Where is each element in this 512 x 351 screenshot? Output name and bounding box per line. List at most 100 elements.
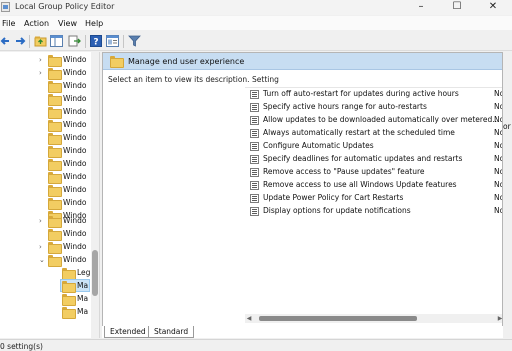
tab-extended[interactable]: Extended (104, 326, 152, 338)
tree-child-item[interactable]: Ma (0, 306, 91, 319)
menu-help[interactable]: Help (85, 19, 103, 28)
tree-item[interactable]: Windo (0, 197, 91, 210)
tree-item-expanded[interactable]: ⌄ Windo (0, 254, 91, 267)
folder-icon (48, 172, 62, 184)
status-setting-count: 0 setting(s) (0, 342, 43, 351)
toolbar-separator (85, 35, 86, 48)
setting-name: Remove access to use all Windows Update … (263, 180, 457, 189)
scroll-right-icon[interactable]: ▶ (496, 314, 502, 323)
tree-item[interactable]: › Windo (0, 54, 91, 67)
folder-icon (62, 268, 76, 280)
settings-list[interactable]: Setting Turn off auto-restart for update… (245, 70, 502, 314)
menu-file[interactable]: File (2, 19, 15, 28)
column-header-setting[interactable]: Setting (252, 75, 279, 84)
expand-chevron-icon[interactable]: › (39, 217, 45, 225)
tree-item-label: Ma (77, 307, 89, 316)
tree-item[interactable]: › Windo (0, 67, 91, 80)
toolbar: ? (0, 31, 512, 51)
setting-row[interactable]: Specify active hours range for auto-rest… (248, 101, 502, 114)
setting-name: Turn off auto-restart for updates during… (263, 89, 459, 98)
tree-item[interactable]: Windo (0, 132, 91, 145)
tree-item-label: Windo (63, 159, 87, 168)
folder-icon (48, 216, 62, 228)
policy-setting-icon (250, 181, 259, 190)
expand-chevron-icon[interactable]: › (39, 56, 45, 64)
setting-name: Display options for update notifications (263, 206, 411, 215)
menu-view[interactable]: View (58, 19, 77, 28)
filter-icon[interactable] (128, 35, 141, 47)
tree-item-label: Windo (63, 94, 87, 103)
folder-open-icon (62, 281, 76, 293)
expand-chevron-icon[interactable]: › (39, 243, 45, 251)
setting-row[interactable]: Update Power Policy for Cart Restarts No (248, 192, 502, 205)
tree-item[interactable]: Windo (0, 158, 91, 171)
setting-row[interactable]: Always automatically restart at the sche… (248, 127, 502, 140)
minimize-button[interactable]: – (404, 0, 438, 15)
vertical-scrollbar[interactable]: or (503, 52, 512, 338)
up-folder-icon[interactable] (34, 35, 47, 47)
policy-tree-pane[interactable]: › Windo › Windo Windo Windo Windo Windo … (0, 52, 100, 338)
tree-scrollbar-thumb[interactable] (92, 250, 98, 296)
tree-item[interactable]: Windo (0, 119, 91, 132)
folder-icon (48, 146, 62, 158)
tree-item[interactable]: Windo (0, 228, 91, 241)
tree-item[interactable]: Windo (0, 93, 91, 106)
folder-icon (48, 94, 62, 106)
setting-row[interactable]: Allow updates to be downloaded automatic… (248, 114, 502, 127)
tab-standard[interactable]: Standard (148, 326, 195, 338)
setting-state: No (494, 141, 502, 150)
folder-icon (48, 242, 62, 254)
title-bar: Local Group Policy Editor – ☐ ✕ (0, 0, 512, 15)
scroll-left-icon[interactable]: ◀ (245, 314, 253, 323)
description-text: Select an item to view its description. (108, 75, 250, 84)
help-icon[interactable]: ? (90, 35, 103, 48)
setting-state: No (494, 206, 502, 215)
setting-row[interactable]: Configure Automatic Updates No (248, 140, 502, 153)
setting-name: Configure Automatic Updates (263, 141, 374, 150)
tree-item-label: Leg (77, 268, 91, 277)
setting-row[interactable]: Remove access to "Pause updates" feature… (248, 166, 502, 179)
export-list-icon[interactable] (68, 35, 81, 47)
folder-icon (48, 198, 62, 210)
horizontal-scrollbar-thumb[interactable] (259, 316, 417, 321)
tree-item-label: Windo (63, 133, 87, 142)
tree-item[interactable]: › Windo (0, 241, 91, 254)
details-header: Manage end user experience (103, 53, 502, 70)
close-button[interactable]: ✕ (476, 0, 510, 15)
tree-item[interactable]: Windo (0, 184, 91, 197)
setting-row[interactable]: Specify deadlines for automatic updates … (248, 153, 502, 166)
policy-setting-icon (250, 116, 259, 125)
tree-item[interactable]: › Windo (0, 215, 91, 228)
setting-row[interactable]: Turn off auto-restart for updates during… (248, 88, 502, 101)
setting-state: No (494, 154, 502, 163)
folder-icon (48, 68, 62, 80)
back-icon[interactable] (0, 35, 13, 47)
policy-setting-icon (250, 90, 259, 99)
setting-name: Remove access to "Pause updates" feature (263, 167, 425, 176)
menu-action[interactable]: Action (24, 19, 49, 28)
policy-setting-icon (250, 103, 259, 112)
tree-item[interactable]: Windo (0, 145, 91, 158)
setting-row[interactable]: Display options for update notifications… (248, 205, 502, 218)
tree-item[interactable]: Windo (0, 106, 91, 119)
clipped-column-text: or (503, 122, 511, 131)
properties-icon[interactable] (106, 35, 119, 47)
expand-chevron-icon[interactable]: › (39, 69, 45, 77)
details-header-title: Manage end user experience (128, 57, 245, 66)
toolbar-separator (123, 35, 124, 48)
tree-child-item[interactable]: Ma (0, 293, 91, 306)
details-pane: Manage end user experience Select an ite… (102, 52, 503, 338)
horizontal-scrollbar[interactable]: ◀ ▶ (245, 314, 502, 323)
tree-item[interactable]: Windo (0, 80, 91, 93)
tree-item-label: Windo (63, 120, 87, 129)
tree-child-item-selected[interactable]: Ma (0, 280, 91, 293)
collapse-chevron-icon[interactable]: ⌄ (39, 256, 45, 264)
policy-setting-icon (250, 142, 259, 151)
setting-state: No (494, 115, 502, 124)
tree-item[interactable]: Windo (0, 171, 91, 184)
show-hide-tree-icon[interactable] (50, 35, 63, 47)
maximize-button[interactable]: ☐ (440, 0, 474, 15)
forward-icon[interactable] (14, 35, 27, 47)
setting-row[interactable]: Remove access to use all Windows Update … (248, 179, 502, 192)
tree-child-item[interactable]: Leg (0, 267, 91, 280)
